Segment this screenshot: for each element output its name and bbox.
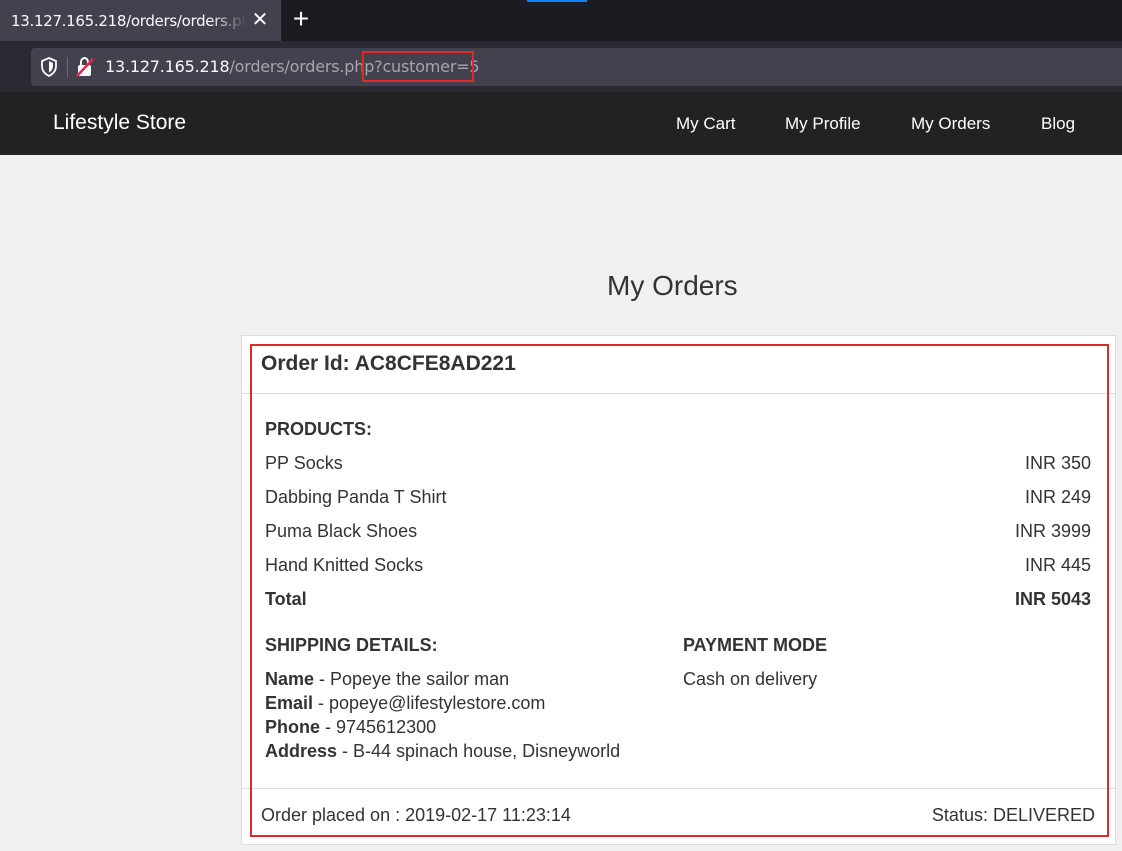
url-bar[interactable]: 13.127.165.218/orders/orders.php?custome… (31, 48, 1122, 86)
order-header: Order Id: AC8CFE8AD221 (242, 336, 1115, 394)
nav-my-orders[interactable]: My Orders (911, 114, 990, 134)
shipping-key: Name (265, 669, 315, 689)
url-host: 13.127.165.218 (105, 57, 230, 76)
product-row: Hand Knitted Socks INR 445 (265, 555, 1091, 583)
tab-title: 13.127.165.218/orders/orders.php?custome… (11, 11, 246, 30)
order-id: Order Id: AC8CFE8AD221 (261, 352, 516, 375)
brand-link[interactable]: Lifestyle Store (53, 111, 186, 135)
payment-label: PAYMENT MODE (683, 635, 828, 655)
site-header: Lifestyle Store My Cart My Profile My Or… (0, 92, 1122, 155)
url-path: /orders/orders.php (229, 57, 375, 76)
product-name: PP Socks (265, 453, 343, 473)
order-footer: Order placed on : 2019-02-17 11:23:14 St… (242, 788, 1115, 844)
shipping-email: Email - popeye@lifestylestore.com (265, 693, 545, 714)
shipping-value: - Popeye the sailor man (314, 669, 510, 689)
product-row: Dabbing Panda T Shirt INR 249 (265, 487, 1091, 515)
shipping-value: - 9745612300 (320, 717, 437, 737)
plus-icon[interactable]: + (289, 5, 313, 33)
product-price: INR 350 (1024, 453, 1091, 473)
total-row: Total INR 5043 (265, 589, 1091, 617)
nav-blog[interactable]: Blog (1041, 114, 1075, 134)
browser-tab[interactable]: 13.127.165.218/orders/orders.php?custome… (0, 0, 281, 41)
shipping-key: Address (265, 741, 338, 761)
nav-my-profile[interactable]: My Profile (785, 114, 861, 134)
total-label: Total (265, 589, 307, 609)
insecure-lock-icon[interactable] (75, 56, 95, 78)
product-price: INR 3999 (1014, 521, 1091, 541)
shield-icon[interactable] (40, 57, 58, 77)
tab-accent (527, 0, 587, 2)
order-status: Status: DELIVERED (931, 805, 1095, 825)
product-price: INR 445 (1024, 555, 1091, 575)
close-icon[interactable]: ✕ (249, 9, 271, 31)
order-placed-on: Order placed on : 2019-02-17 11:23:14 (261, 805, 571, 825)
shipping-value: - popeye@lifestylestore.com (313, 693, 546, 713)
product-row: Puma Black Shoes INR 3999 (265, 521, 1091, 549)
shipping-value: - B-44 spinach house, Disneyworld (337, 741, 621, 761)
shipping-address: Address - B-44 spinach house, Disneyworl… (265, 741, 620, 762)
payment-value: Cash on delivery (683, 669, 818, 689)
total-value: INR 5043 (1014, 589, 1091, 609)
product-name: Dabbing Panda T Shirt (265, 487, 447, 507)
shipping-key: Email (265, 693, 314, 713)
shipping-name: Name - Popeye the sailor man (265, 669, 509, 690)
page-title: My Orders (607, 270, 738, 301)
product-name: Hand Knitted Socks (265, 555, 424, 575)
products-label: PRODUCTS: (265, 419, 372, 439)
product-row: PP Socks INR 350 (265, 453, 1091, 481)
shipping-label: SHIPPING DETAILS: (265, 635, 438, 655)
url-query-highlight (362, 51, 474, 82)
shipping-key: Phone (265, 717, 321, 737)
browser-toolbar: 13.127.165.218/orders/orders.php?custome… (0, 41, 1122, 92)
nav-my-cart[interactable]: My Cart (676, 114, 736, 134)
shipping-phone: Phone - 9745612300 (265, 717, 436, 738)
product-price: INR 249 (1024, 487, 1091, 507)
product-name: Puma Black Shoes (265, 521, 418, 541)
browser-tabbar: 13.127.165.218/orders/orders.php?custome… (0, 0, 1122, 41)
url-separator (67, 57, 68, 77)
